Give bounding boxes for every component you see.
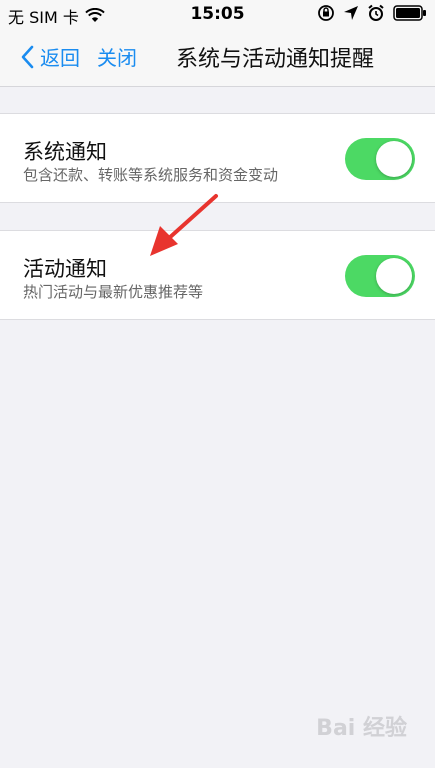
nav-bar: 返回 关闭 系统与活动通知提醒	[0, 28, 435, 87]
back-label: 返回	[40, 46, 80, 70]
rotation-lock-icon	[318, 5, 334, 21]
page-title: 系统与活动通知提醒	[176, 47, 375, 72]
alarm-icon	[368, 4, 384, 21]
status-bar: 无 SIM 卡 15:05	[0, 0, 435, 28]
toggle-knob	[376, 258, 412, 294]
watermark: Bai 经验	[316, 716, 407, 741]
back-button[interactable]: 返回	[20, 42, 80, 71]
location-icon	[344, 6, 358, 20]
setting-row-system: 系统通知 包含还款、转账等系统服务和资金变动	[0, 113, 435, 203]
activity-notification-toggle[interactable]	[345, 255, 415, 297]
battery-icon	[393, 5, 426, 21]
setting-row-activity: 活动通知 热门活动与最新优惠推荐等	[0, 230, 435, 320]
status-icons	[317, 4, 427, 22]
setting-subtitle: 包含还款、转账等系统服务和资金变动	[23, 166, 279, 184]
setting-title: 活动通知	[23, 257, 107, 281]
system-notification-toggle[interactable]	[345, 138, 415, 180]
chevron-left-icon	[21, 45, 34, 68]
setting-title: 系统通知	[23, 140, 107, 164]
close-button[interactable]: 关闭	[97, 42, 137, 71]
toggle-knob	[376, 141, 412, 177]
setting-subtitle: 热门活动与最新优惠推荐等	[23, 283, 204, 301]
